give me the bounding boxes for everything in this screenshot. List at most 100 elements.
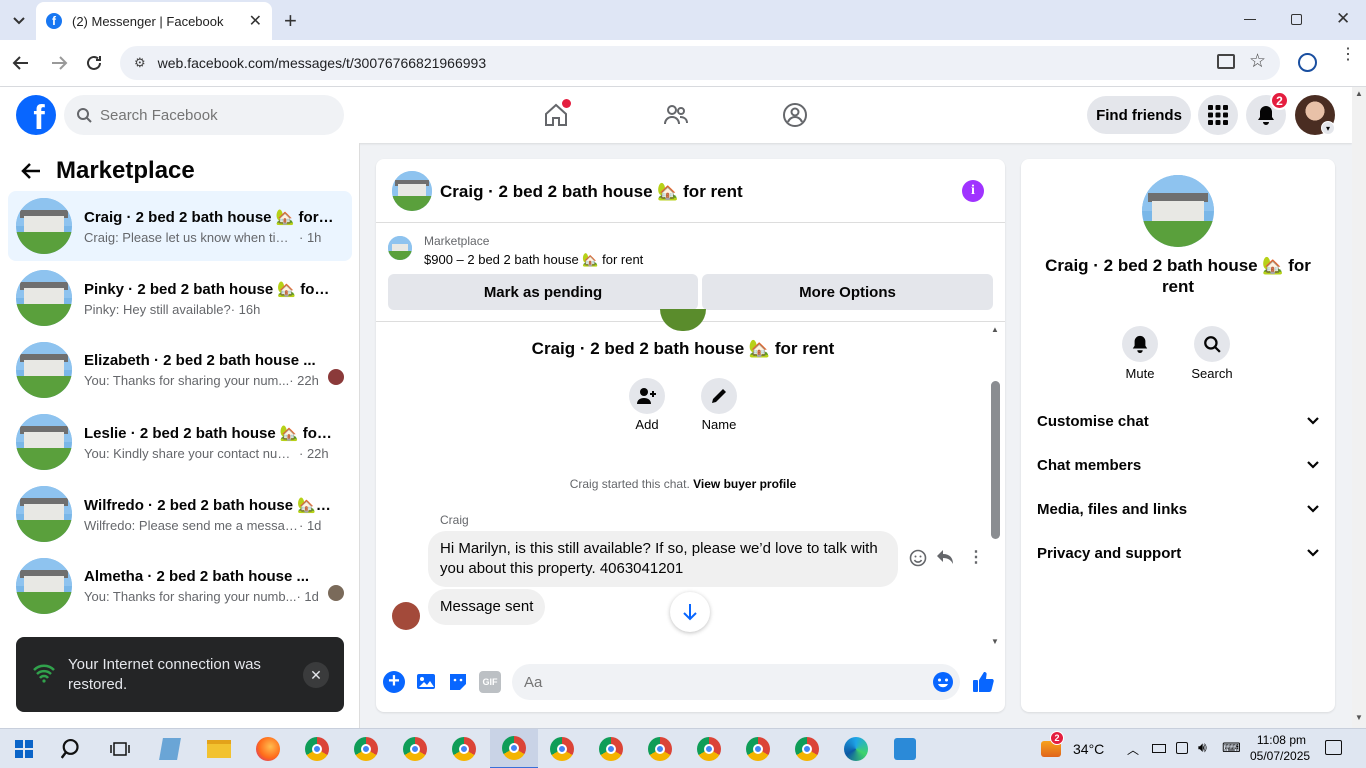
home-nav-icon[interactable] [538,97,574,133]
groups-nav-icon[interactable] [777,97,813,133]
search-in-chat-button[interactable] [1194,326,1230,362]
account-chevron-icon[interactable]: ▾ [1321,121,1335,135]
page-scroll-up-icon[interactable]: ▲ [1355,89,1363,98]
chrome-profile-icon[interactable] [787,733,827,765]
gif-icon[interactable]: GIF [479,671,501,693]
system-clock[interactable]: 11:08 pm 05/07/2025 [1250,732,1310,764]
temperature[interactable]: 34°C [1073,741,1104,757]
conversation-item[interactable]: Wilfredo · 2 bed 2 bath house 🏡 f... Wil… [8,479,352,549]
emoji-icon[interactable] [932,671,954,693]
privacy-support-row[interactable]: Privacy and support [1037,531,1319,575]
scroll-to-bottom-icon[interactable] [670,592,710,632]
task-view-icon[interactable] [100,733,140,765]
reply-icon[interactable] [936,549,954,565]
back-arrow-icon[interactable] [20,161,42,181]
close-window-icon[interactable]: ✕ [1336,9,1350,29]
message-input[interactable] [512,664,960,700]
toast-close-icon[interactable]: ✕ [303,662,329,688]
install-app-icon[interactable] [1217,54,1235,69]
find-friends-button[interactable]: Find friends [1087,96,1191,134]
browser-tab[interactable]: f (2) Messenger | Facebook ✕ [36,2,272,40]
page-scrollbar[interactable]: ▲ ▼ [1352,87,1366,728]
photos-app-icon[interactable] [885,733,925,765]
like-thumb-icon[interactable] [972,671,994,693]
view-buyer-profile-link[interactable]: View buyer profile [693,477,796,491]
chrome-profile-icon[interactable] [346,733,386,765]
site-info-icon[interactable]: ⚙ [134,55,146,71]
customise-chat-row[interactable]: Customise chat [1037,399,1319,443]
taskbar-search-icon[interactable] [52,733,92,765]
firefox-icon[interactable] [248,733,288,765]
mute-button[interactable] [1122,326,1158,362]
listing-thumbnail[interactable] [388,236,412,260]
add-person-button[interactable] [629,378,665,414]
attach-photo-icon[interactable] [416,671,438,693]
message-bubble[interactable]: Message sent [428,589,546,625]
conversation-item[interactable]: Elizabeth · 2 bed 2 bath house ... You: … [8,335,352,405]
show-hidden-icons-icon[interactable]: ︿ [1127,741,1139,758]
scroll-up-arrow-icon[interactable]: ▲ [991,325,999,334]
restore-icon[interactable] [1291,14,1302,25]
chrome-profile-icon[interactable] [689,733,729,765]
react-icon[interactable] [909,549,927,567]
conversation-item[interactable]: Craig · 2 bed 2 bath house 🏡 for r... Cr… [8,191,352,261]
chrome-profile-icon[interactable] [542,733,582,765]
menu-grid-icon[interactable] [1198,95,1238,135]
weather-icon[interactable]: 2 [1036,731,1066,765]
chrome-profile-icon[interactable] [640,733,680,765]
conversation-item[interactable]: Almetha · 2 bed 2 bath house ... You: Th… [8,551,352,621]
url-bar[interactable]: ⚙ web.facebook.com/messages/t/3007676682… [120,46,1280,80]
windows-start-icon[interactable] [4,733,44,765]
volume-icon[interactable]: 🔊︎ [1198,739,1207,756]
conversation-item[interactable]: Leslie · 2 bed 2 bath house 🏡 for ... Yo… [8,407,352,477]
mark-as-pending-button[interactable]: Mark as pending [388,274,698,310]
chrome-profile-icon[interactable] [444,733,484,765]
facebook-logo-icon[interactable]: f [16,95,56,135]
network-icon[interactable] [1176,742,1188,754]
started-text: Craig started this chat. [569,477,690,491]
edit-name-button[interactable] [701,378,737,414]
chrome-profile-icon[interactable] [738,733,778,765]
chat-started-note: Craig started this chat. View buyer prof… [376,477,990,491]
more-icon[interactable]: ⋮ [968,547,984,567]
file-explorer-icon[interactable] [199,733,239,765]
notifications-bell-icon[interactable]: 2 [1246,91,1289,135]
more-options-button[interactable]: More Options [702,274,993,310]
media-files-links-row[interactable]: Media, files and links [1037,487,1319,531]
minimize-icon[interactable] [1244,19,1256,20]
scroll-down-arrow-icon[interactable]: ▼ [991,637,999,646]
search-input[interactable] [100,106,320,124]
message-bubble[interactable]: Hi Marilyn, is this still available? If … [428,531,898,587]
action-center-icon[interactable] [1325,740,1342,755]
reload-icon[interactable] [85,54,103,72]
listing-price[interactable]: $900 – 2 bed 2 bath house 🏡 for rent [424,252,643,268]
bookmark-star-icon[interactable]: ☆ [1249,50,1266,73]
search-box[interactable] [64,95,344,135]
sticker-icon[interactable] [447,671,469,693]
page-scroll-down-icon[interactable]: ▼ [1355,713,1363,722]
info-icon[interactable]: i [962,180,984,202]
notes-app-icon[interactable] [150,733,190,765]
new-tab-icon[interactable]: + [284,8,297,34]
language-icon[interactable]: ⌨︎ [1222,740,1241,756]
chat-avatar[interactable] [392,171,432,211]
tab-close-icon[interactable]: ✕ [249,11,262,31]
chrome-profile-icon[interactable] [591,733,631,765]
chat-scroll-thumb[interactable] [991,381,1000,539]
chat-members-row[interactable]: Chat members [1037,443,1319,487]
chrome-profile-icon[interactable] [395,733,435,765]
friends-nav-icon[interactable] [658,97,694,133]
forward-icon[interactable] [50,54,68,72]
profile-icon[interactable] [1298,53,1317,72]
conversation-item[interactable]: Pinky · 2 bed 2 bath house 🏡 for r... Pi… [8,263,352,333]
tab-list-icon[interactable] [8,10,30,32]
more-actions-plus-icon[interactable]: + [383,671,405,693]
browser-menu-icon[interactable]: ⋮ [1340,47,1356,63]
chat-profile-avatar[interactable] [1142,175,1214,247]
chrome-profile-icon[interactable] [297,733,337,765]
edge-icon[interactable] [836,733,876,765]
chat-title[interactable]: Craig · 2 bed 2 bath house 🏡 for rent [440,182,743,202]
battery-icon[interactable] [1152,744,1166,753]
chrome-profile-icon-active[interactable] [490,729,538,768]
back-icon[interactable] [12,54,30,72]
